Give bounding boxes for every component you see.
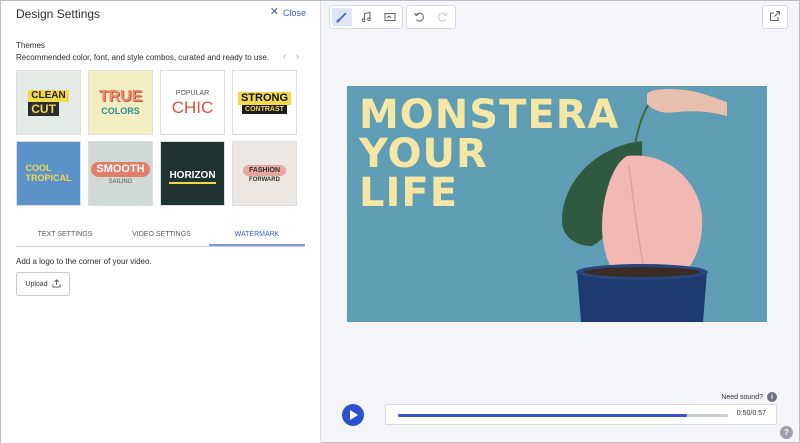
- theme-popular-chic[interactable]: POPULAR CHIC: [160, 70, 225, 135]
- themes-prev-arrow-icon[interactable]: ‹: [283, 51, 286, 61]
- need-sound[interactable]: Need sound? i: [721, 392, 777, 402]
- panel-title: Design Settings: [16, 7, 101, 21]
- tab-video-settings[interactable]: VIDEO SETTINGS: [114, 227, 209, 246]
- toolbar-group-design: [329, 5, 403, 29]
- video-headline: MONSTERA YOUR LIFE: [359, 92, 620, 217]
- headline-line: YOUR: [359, 131, 488, 178]
- brush-icon[interactable]: [332, 8, 352, 26]
- theme-subtitle: TROPICAL: [25, 172, 72, 183]
- editor-toolbar: [329, 5, 456, 29]
- settings-tabs: TEXT SETTINGS VIDEO SETTINGS WATERMARK: [16, 227, 305, 247]
- theme-title: STRONG: [237, 91, 292, 105]
- theme-subtitle: COLORS: [101, 106, 140, 116]
- theme-strong-contrast[interactable]: STRONG CONTRAST: [232, 70, 297, 135]
- theme-subtitle: CUT: [28, 101, 59, 116]
- redo-icon[interactable]: [433, 8, 453, 26]
- theme-title: TRUE: [98, 88, 143, 105]
- headline-line: LIFE: [359, 170, 459, 217]
- themes-grid: CLEAN CUT TRUE COLORS POPULAR CHIC STRON…: [16, 70, 300, 206]
- video-preview[interactable]: MONSTERA YOUR LIFE: [347, 86, 767, 322]
- themes-description: Recommended color, font, and style combo…: [16, 53, 270, 62]
- media-icon[interactable]: [380, 8, 400, 26]
- close-label: Close: [282, 7, 306, 18]
- tab-watermark[interactable]: WATERMARK: [209, 227, 305, 246]
- theme-title: FASHION: [242, 164, 287, 176]
- headline-line: MONSTERA: [359, 92, 620, 138]
- theme-clean-cut[interactable]: CLEAN CUT: [16, 70, 81, 135]
- external-link-button[interactable]: [762, 5, 788, 29]
- close-button[interactable]: ✕ Close: [270, 7, 306, 18]
- theme-subtitle: POPULAR: [175, 89, 210, 97]
- themes-heading: Themes: [16, 41, 45, 50]
- theme-subtitle: SAILING: [108, 179, 133, 185]
- close-icon: ✕: [269, 6, 279, 18]
- music-icon[interactable]: [356, 8, 376, 26]
- play-button[interactable]: [342, 404, 364, 426]
- need-sound-label: Need sound?: [721, 393, 763, 401]
- upload-button[interactable]: Upload: [16, 272, 70, 296]
- themes-next-arrow-icon[interactable]: ›: [296, 51, 299, 61]
- app-window: Design Settings ✕ Close Themes Recommend…: [0, 0, 800, 443]
- theme-title: HORIZON: [169, 169, 216, 184]
- theme-horizon[interactable]: HORIZON: [160, 141, 225, 206]
- upload-label: Upload: [25, 280, 48, 288]
- theme-cool-tropical[interactable]: COOL TROPICAL: [16, 141, 81, 206]
- theme-true-colors[interactable]: TRUE COLORS: [88, 70, 153, 135]
- design-settings-panel: Design Settings ✕ Close Themes Recommend…: [1, 1, 321, 443]
- theme-title: SMOOTH: [91, 162, 150, 177]
- theme-fashion-forward[interactable]: FASHION FORWARD: [232, 141, 297, 206]
- playback-bar: 0:50/0:57: [385, 404, 777, 425]
- play-icon: [350, 410, 358, 420]
- toolbar-group-history: [406, 5, 456, 29]
- info-icon[interactable]: i: [767, 392, 777, 402]
- external-link-icon: [769, 10, 781, 25]
- theme-subtitle: CONTRAST: [242, 104, 287, 114]
- progress-fill: [398, 414, 688, 417]
- progress-track[interactable]: [398, 414, 728, 417]
- theme-title: CHIC: [171, 97, 214, 117]
- theme-smooth-sailing[interactable]: SMOOTH SAILING: [88, 141, 153, 206]
- upload-icon: [52, 278, 61, 290]
- theme-title: CLEAN: [28, 89, 69, 102]
- theme-subtitle: FORWARD: [249, 176, 280, 183]
- help-icon[interactable]: ?: [780, 426, 793, 439]
- playback-time: 0:50/0:57: [736, 410, 766, 417]
- watermark-description: Add a logo to the corner of your video.: [16, 257, 152, 266]
- undo-icon[interactable]: [409, 8, 429, 26]
- tab-text-settings[interactable]: TEXT SETTINGS: [16, 227, 114, 246]
